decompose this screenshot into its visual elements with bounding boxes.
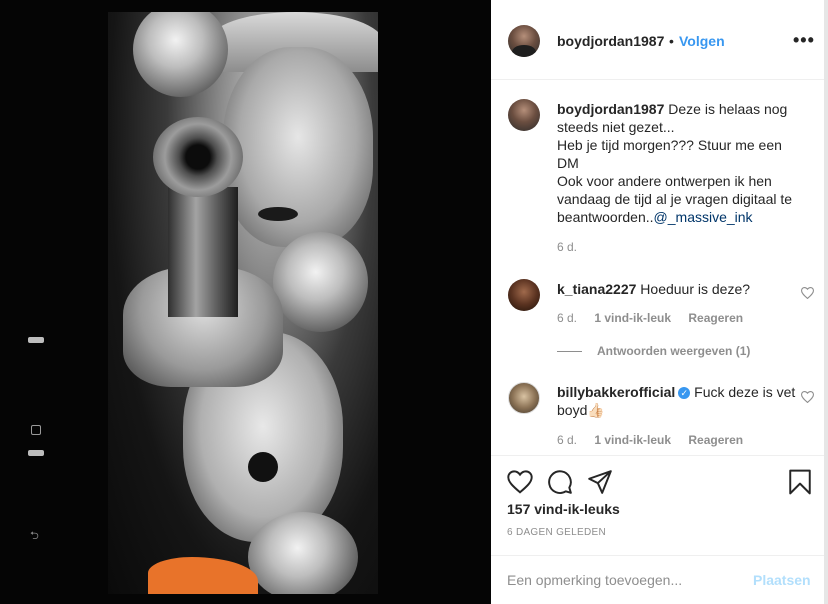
image-gun-body bbox=[168, 187, 238, 317]
comment-icon[interactable] bbox=[547, 469, 573, 495]
add-comment-form: Plaatsen bbox=[491, 555, 828, 604]
image-clown-nose bbox=[248, 452, 278, 482]
comment-text: k_tiana2227 Hoeduur is deze? bbox=[557, 280, 807, 298]
heart-icon[interactable] bbox=[507, 469, 533, 495]
post-comment-button[interactable]: Plaatsen bbox=[753, 572, 811, 588]
comment-body: Hoeduur is deze? bbox=[640, 281, 751, 297]
separator-dot: • bbox=[669, 33, 674, 49]
verified-badge-icon: ✓ bbox=[678, 387, 691, 399]
post-header: boydjordan1987 • Volgen ••• bbox=[491, 0, 828, 80]
follow-button[interactable]: Volgen bbox=[679, 33, 725, 49]
heart-icon[interactable] bbox=[801, 287, 814, 299]
avatar[interactable] bbox=[508, 99, 540, 131]
post-actions: 157 vind-ik-leuks 6 DAGEN GELEDEN bbox=[491, 455, 828, 560]
comment-username[interactable]: billybakkerofficial bbox=[557, 384, 675, 400]
comment-input[interactable] bbox=[507, 568, 742, 592]
comments-list[interactable]: boydjordan1987 Deze is helaas nog steeds… bbox=[491, 81, 828, 455]
author-username[interactable]: boydjordan1987 bbox=[557, 33, 664, 49]
comment-age: 6 d. bbox=[557, 433, 578, 447]
post-timestamp: 6 DAGEN GELEDEN bbox=[507, 527, 606, 538]
comment-meta: 6 d. bbox=[557, 240, 591, 254]
comment-age: 6 d. bbox=[557, 240, 578, 254]
avatar[interactable] bbox=[508, 279, 540, 311]
image-rose bbox=[273, 232, 368, 332]
image-face bbox=[223, 47, 373, 247]
replies-divider bbox=[557, 351, 582, 352]
reply-button[interactable]: Reageren bbox=[688, 433, 743, 447]
control-bar[interactable] bbox=[28, 337, 44, 343]
post-panel: boydjordan1987 • Volgen ••• boydjordan19… bbox=[491, 0, 828, 604]
square-icon[interactable] bbox=[31, 425, 41, 435]
back-icon[interactable]: ⮌ bbox=[30, 527, 39, 546]
image-rose bbox=[248, 512, 358, 594]
likes-count[interactable]: 157 vind-ik-leuks bbox=[507, 501, 620, 517]
control-bar[interactable] bbox=[28, 450, 44, 456]
comment-likes[interactable]: 1 vind-ik-leuk bbox=[594, 311, 671, 325]
image-orange-shape bbox=[148, 557, 258, 594]
comment-age: 6 d. bbox=[557, 311, 578, 325]
more-options-icon[interactable]: ••• bbox=[793, 30, 815, 51]
comment-meta: 6 d. 1 vind-ik-leuk Reageren bbox=[557, 311, 757, 325]
mention-link[interactable]: @_massive_ink bbox=[654, 209, 753, 225]
heart-icon[interactable] bbox=[801, 391, 814, 403]
comment-text: billybakkerofficial ✓ Fuck deze is vet bo… bbox=[557, 383, 807, 419]
caption-text: boydjordan1987 Deze is helaas nog steeds… bbox=[557, 100, 807, 226]
comment-username[interactable]: k_tiana2227 bbox=[557, 281, 636, 297]
image-gun-muzzle bbox=[153, 117, 243, 197]
comment-meta: 6 d. 1 vind-ik-leuk Reageren bbox=[557, 433, 757, 447]
view-replies-button[interactable]: Antwoorden weergeven (1) bbox=[597, 344, 750, 358]
image-lips bbox=[258, 207, 298, 221]
comment-username[interactable]: boydjordan1987 bbox=[557, 101, 664, 117]
avatar[interactable] bbox=[508, 25, 540, 57]
post-photo-pane: ⮌ bbox=[0, 0, 491, 604]
window-edge bbox=[824, 0, 828, 604]
bookmark-icon[interactable] bbox=[787, 469, 813, 495]
reply-button[interactable]: Reageren bbox=[688, 311, 743, 325]
comment-likes[interactable]: 1 vind-ik-leuk bbox=[594, 433, 671, 447]
side-controls: ⮌ bbox=[28, 333, 44, 553]
avatar[interactable] bbox=[508, 382, 540, 414]
comment-body: Deze is helaas nog steeds niet gezet... … bbox=[557, 101, 793, 225]
image-rose bbox=[133, 12, 228, 97]
post-image[interactable] bbox=[108, 12, 378, 594]
share-icon[interactable] bbox=[587, 469, 613, 495]
